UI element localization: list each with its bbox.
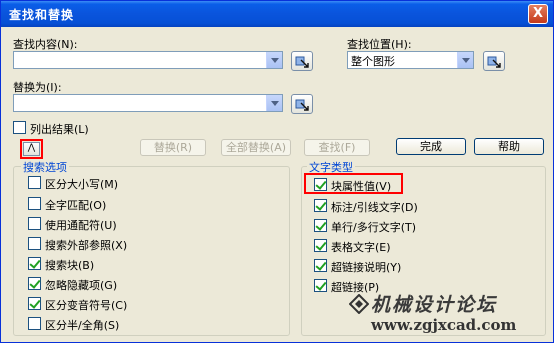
select-objects-icon (295, 56, 309, 68)
checkbox[interactable] (314, 199, 327, 212)
watermark-url: www.zgjxcad.com (371, 316, 517, 334)
select-objects-button[interactable] (291, 51, 313, 71)
site-watermark: 机械设计论坛 www.zgjxcad.com (349, 288, 549, 340)
find-replace-dialog: 查找和替换 X 查找内容(N): 查找位置(H): 整个图形 替换为(I): 列… (0, 0, 554, 343)
checkbox[interactable] (314, 219, 327, 232)
location-label: 查找位置(H): (347, 38, 412, 51)
checkbox[interactable] (28, 297, 41, 310)
chevron-down-icon[interactable] (266, 52, 282, 68)
select-objects-icon (295, 99, 309, 111)
checkbox[interactable] (28, 176, 41, 189)
checkbox[interactable] (28, 257, 41, 270)
select-objects-icon (487, 56, 501, 68)
checkbox[interactable] (314, 239, 327, 252)
watermark-title: 机械设计论坛 (371, 294, 498, 316)
chevron-down-icon[interactable] (266, 95, 282, 111)
replace-label: 替换为(I): (13, 81, 62, 94)
help-button[interactable]: 帮助 (474, 138, 544, 155)
select-area-button[interactable] (483, 51, 505, 71)
checkbox[interactable] (28, 277, 41, 290)
find-button[interactable]: 查找(F) (304, 139, 370, 156)
done-button[interactable]: 完成 (396, 138, 466, 155)
replace-input[interactable] (13, 94, 283, 112)
checkbox[interactable] (314, 178, 327, 191)
checkbox[interactable] (28, 317, 41, 330)
replace-button[interactable]: 替换(R) (140, 139, 206, 156)
checkbox[interactable] (28, 197, 41, 210)
title-bar[interactable]: 查找和替换 X (1, 1, 553, 27)
diamond-logo-icon (349, 294, 369, 314)
location-select[interactable]: 整个图形 (347, 51, 474, 69)
find-input[interactable] (13, 51, 283, 69)
chevron-down-icon[interactable] (457, 52, 473, 68)
dialog-title: 查找和替换 (9, 8, 75, 22)
checkbox[interactable] (314, 279, 327, 292)
replace-all-button[interactable]: 全部替换(A) (221, 139, 291, 156)
collapse-options-button[interactable]: ⋀ (23, 142, 40, 156)
find-label: 查找内容(N): (13, 38, 78, 51)
checkbox[interactable] (13, 121, 26, 134)
search-options-title: 搜索选项 (21, 159, 69, 175)
close-button[interactable]: X (528, 4, 548, 24)
select-replace-objects-button[interactable] (291, 94, 313, 114)
checkbox[interactable] (314, 259, 327, 272)
checkbox[interactable] (28, 217, 41, 230)
checkbox[interactable] (28, 237, 41, 250)
